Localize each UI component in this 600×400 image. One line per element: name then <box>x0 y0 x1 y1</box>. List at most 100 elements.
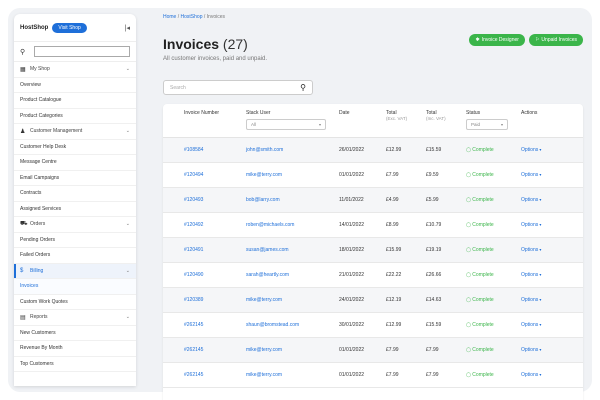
options-dropdown[interactable]: Options ▾ <box>521 172 561 178</box>
user-filter-select[interactable]: All ▾ <box>246 119 326 130</box>
search-icon[interactable]: ⚲ <box>300 83 306 92</box>
sidebar-item-custom-work-quotes[interactable]: Custom Work Quotes <box>14 295 136 310</box>
invoice-number-link[interactable]: #262145 <box>163 347 246 353</box>
caret-down-icon: ▾ <box>538 272 542 277</box>
sidebar-item-product-catalogue[interactable]: Product Catalogue <box>14 93 136 109</box>
caret-down-icon: ▾ <box>538 372 542 377</box>
invoice-number-link[interactable]: #120494 <box>163 172 246 178</box>
caret-down-icon: ▾ <box>538 222 542 227</box>
options-dropdown[interactable]: Options ▾ <box>521 147 561 153</box>
breadcrumb-shop[interactable]: HostShop <box>181 14 203 20</box>
table-row: #120490 sarah@heartly.com 21/01/2022 £22.22… <box>163 263 583 288</box>
invoice-number-link[interactable]: #120389 <box>163 297 246 303</box>
total-ex-vat: £7.99 <box>386 172 399 178</box>
sidebar-item-reports[interactable]: ▤ Reports ⌄ <box>14 310 136 326</box>
invoice-count: (27) <box>222 36 248 52</box>
store-icon: ▦ <box>20 66 26 73</box>
sidebar-item-revenue-by-month[interactable]: Revenue By Month <box>14 341 136 357</box>
visit-shop-button[interactable]: Visit Shop <box>52 22 87 33</box>
breadcrumb-home[interactable]: Home <box>163 14 176 20</box>
stack-user-link[interactable]: bob@larry.com <box>246 197 339 203</box>
shop-name: HostShop <box>20 24 49 31</box>
dollar-icon: $ <box>20 267 24 274</box>
sidebar-item-pending-orders[interactable]: Pending Orders <box>14 233 136 248</box>
header-status: Status Paid ▾ <box>466 110 521 137</box>
options-dropdown[interactable]: Options ▾ <box>521 222 561 228</box>
status-text: Complete <box>472 272 494 278</box>
status-filter-select[interactable]: Paid ▾ <box>466 119 508 130</box>
options-dropdown[interactable]: Options ▾ <box>521 297 561 303</box>
table-row: #120494 mike@terry.com 01/01/2022 £7.99 £9.5… <box>163 163 583 188</box>
search-input[interactable]: Search ⚲ <box>163 80 313 95</box>
stack-user-link[interactable]: mike@terry.com <box>246 372 339 378</box>
invoice-date: 01/01/2022 <box>339 172 365 178</box>
sidebar-item-email-campaigns[interactable]: Email Campaigns <box>14 171 136 186</box>
total-ex-vat: £8.99 <box>386 222 399 228</box>
invoice-number-link[interactable]: #120493 <box>163 197 246 203</box>
sidebar-item-label: Email Campaigns <box>20 174 60 181</box>
sidebar-item-my-shop[interactable]: ▦ My Shop ⌄ <box>14 62 136 78</box>
invoice-number-link[interactable]: #120492 <box>163 222 246 228</box>
sidebar-item-overview[interactable]: Overview <box>14 78 136 93</box>
collapse-sidebar-icon[interactable]: |◂ <box>125 24 130 32</box>
options-dropdown[interactable]: Options ▾ <box>521 372 561 378</box>
table-row: #262145 mike@terry.com 01/01/2022 £7.99 £7.9… <box>163 338 583 363</box>
stack-user-link[interactable]: mike@terry.com <box>246 347 339 353</box>
invoice-number-link[interactable]: #120490 <box>163 272 246 278</box>
invoice-number-link[interactable]: #262145 <box>163 322 246 328</box>
sidebar-item-product-categories[interactable]: Product Categories <box>14 109 136 124</box>
stack-user-link[interactable]: mike@terry.com <box>246 297 339 303</box>
sidebar-item-billing[interactable]: $ Billing ⌄ <box>14 263 136 279</box>
sidebar-item-orders[interactable]: ⛟ Orders ⌄ <box>14 217 136 233</box>
header-actions: Actions <box>521 110 538 116</box>
total-ex-vat: £12.99 <box>386 147 402 153</box>
total-inc-vat: £9.59 <box>426 172 439 178</box>
sidebar-item-message-centre[interactable]: Message Centre <box>14 155 136 171</box>
total-ex-vat: £15.99 <box>386 247 402 253</box>
sidebar-item-failed-orders[interactable]: Failed Orders <box>14 248 136 264</box>
invoice-number-link[interactable]: #262145 <box>163 372 246 378</box>
sidebar-search-input[interactable] <box>34 46 130 57</box>
invoice-number-link[interactable]: #108584 <box>163 147 246 153</box>
sidebar-item-label: Product Categories <box>20 112 63 119</box>
sidebar-item-new-customers[interactable]: New Customers <box>14 326 136 341</box>
sidebar-item-top-customers[interactable]: Top Customers <box>14 357 136 372</box>
search-icon: ⚲ <box>20 48 26 56</box>
stack-user-link[interactable]: sarah@heartly.com <box>246 272 339 278</box>
options-dropdown[interactable]: Options ▾ <box>521 322 561 328</box>
total-inc-vat: £7.99 <box>426 347 439 353</box>
unpaid-invoices-button[interactable]: ⚐ Unpaid Invoices <box>528 34 583 46</box>
status-text: Complete <box>472 147 494 153</box>
stack-user-link[interactable]: susan@james.com <box>246 247 339 253</box>
sidebar-item-invoices[interactable]: Invoices <box>14 279 136 295</box>
sidebar-item-customer-management[interactable]: ♟ Customer Management ⌄ <box>14 124 136 140</box>
status-badge: ◯ Complete <box>466 347 521 353</box>
options-dropdown[interactable]: Options ▾ <box>521 347 561 353</box>
caret-down-icon: ▾ <box>538 322 542 327</box>
header-stack-user-label: Stack User <box>246 110 271 116</box>
options-dropdown[interactable]: Options ▾ <box>521 272 561 278</box>
sidebar-item-contracts[interactable]: Contracts <box>14 186 136 202</box>
total-ex-vat: £7.99 <box>386 372 399 378</box>
stack-user-link[interactable]: shaun@bromstead.com <box>246 322 339 328</box>
sidebar-item-label: Top Customers <box>20 360 54 367</box>
sidebar-item-assigned-services[interactable]: Assigned Services <box>14 202 136 217</box>
invoice-date: 01/01/2022 <box>339 347 365 353</box>
stack-user-link[interactable]: john@smith.com <box>246 147 339 153</box>
stack-user-link[interactable]: roben@michaels.com <box>246 222 339 228</box>
chevron-down-icon: ⌄ <box>125 221 130 228</box>
status-filter-value: Paid <box>471 122 481 127</box>
options-label: Options <box>521 147 539 153</box>
status-badge: ◯ Complete <box>466 372 521 378</box>
invoice-number-link[interactable]: #120491 <box>163 247 246 253</box>
options-dropdown[interactable]: Options ▾ <box>521 197 561 203</box>
options-dropdown[interactable]: Options ▾ <box>521 247 561 253</box>
total-inc-vat: £19.19 <box>426 247 442 253</box>
invoice-designer-button[interactable]: ✱ Invoice Designer <box>469 34 525 46</box>
sidebar-item-customer-help-desk[interactable]: Customer Help Desk <box>14 140 136 155</box>
header-total-ex: Total (Exc. VAT) <box>386 110 426 137</box>
sidebar-item-label: Orders <box>30 221 46 228</box>
chevron-down-icon: ▾ <box>500 122 503 127</box>
unpaid-invoices-label: Unpaid Invoices <box>541 37 577 43</box>
stack-user-link[interactable]: mike@terry.com <box>246 172 339 178</box>
